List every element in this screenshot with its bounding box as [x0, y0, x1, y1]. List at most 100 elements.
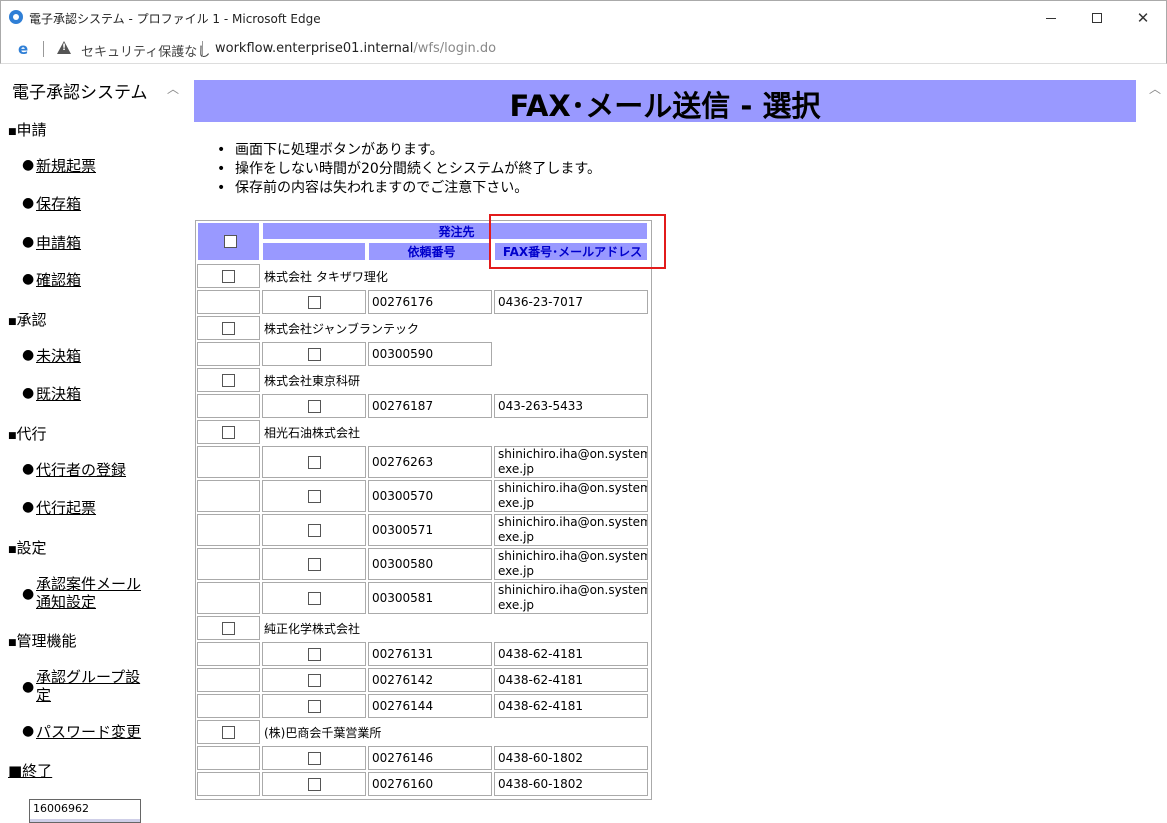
indent-cell — [197, 642, 260, 666]
user-id: 16006962 — [33, 802, 89, 815]
row-checkbox[interactable] — [307, 455, 321, 469]
request-no-cell: 00276142 — [368, 668, 492, 692]
scroll-up-icon[interactable]: ︿ — [167, 80, 179, 97]
row-checkbox[interactable] — [307, 699, 321, 713]
email-line: exe.jp — [498, 564, 535, 578]
indent-cell — [197, 514, 260, 546]
row-checkbox[interactable] — [307, 489, 321, 503]
warning-icon[interactable] — [57, 41, 71, 54]
bullet-icon: • — [217, 161, 226, 177]
sidebar-item-applied[interactable]: ● 申請箱 — [22, 234, 81, 252]
close-button[interactable]: ✕ — [1120, 1, 1166, 35]
company-checkbox[interactable] — [222, 725, 235, 739]
sidebar-item-label[interactable]: 保存箱 — [36, 195, 81, 213]
section-proxy: 代行 — [8, 423, 47, 444]
sidebar-item-label[interactable]: 承認案件メール 通知設定 — [36, 575, 141, 611]
company-checkbox[interactable] — [222, 425, 235, 439]
row-select-cell — [262, 668, 366, 692]
sidebar-item-label[interactable]: 既決箱 — [36, 385, 81, 403]
email-line: exe.jp — [498, 462, 535, 476]
fax-cell: shinichiro.iha@on.system-exe.jp — [494, 480, 648, 512]
row-select-cell — [262, 746, 366, 770]
highlight-box — [489, 214, 666, 269]
address-bar[interactable]: e セキュリティ保護なし workflow.enterprise01.inter… — [0, 34, 1167, 64]
company-name: 株式会社ジャンブランテック — [264, 321, 420, 336]
sidebar-item-label[interactable]: 新規起票 — [36, 157, 96, 175]
sidebar-item-saved[interactable]: ● 保存箱 — [22, 195, 81, 213]
row-checkbox[interactable] — [307, 673, 321, 687]
url-path: /wfs/login.do — [413, 41, 497, 56]
row-checkbox[interactable] — [307, 523, 321, 537]
row-select-cell — [262, 480, 366, 512]
fax-cell: shinichiro.iha@on.system-exe.jp — [494, 548, 648, 580]
request-no-cell: 00276131 — [368, 642, 492, 666]
email-line: shinichiro.iha@on.system- — [498, 583, 648, 597]
sidebar-item-label[interactable]: 確認箱 — [36, 271, 81, 289]
label-line: 通知設定 — [36, 593, 97, 611]
note-text: 画面下に処理ボタンがあります。 — [235, 142, 444, 158]
minimize-button[interactable] — [1028, 1, 1074, 35]
bullet-icon: ● — [22, 461, 35, 477]
sidebar-item-label[interactable]: パスワード変更 — [36, 723, 141, 741]
sidebar-item-proxy-register[interactable]: ● 代行者の登録 — [22, 461, 126, 479]
company-name: 相光石油株式会社 — [264, 425, 361, 440]
indent-cell — [197, 694, 260, 718]
company-checkbox[interactable] — [222, 269, 235, 283]
notes-list: • 画面下に処理ボタンがあります。 • 操作をしない時間が20分間続くとシステムが終… — [217, 141, 601, 198]
indent-cell — [197, 668, 260, 692]
security-status[interactable]: セキュリティ保護なし — [81, 41, 210, 60]
row-checkbox[interactable] — [307, 557, 321, 571]
bullet-icon: • — [217, 142, 226, 158]
indent-cell — [197, 772, 260, 796]
sidebar-item-proxy-issue[interactable]: ● 代行起票 — [22, 499, 96, 517]
sidebar-item-approval-group[interactable]: ● 承認グループ設定 — [22, 668, 140, 704]
sidebar-item-confirm[interactable]: ● 確認箱 — [22, 271, 81, 289]
row-checkbox[interactable] — [307, 295, 321, 309]
url-text[interactable]: workflow.enterprise01.internal/wfs/login… — [215, 41, 496, 56]
fax-cell: 0438-62-4181 — [494, 694, 648, 718]
company-select-cell — [197, 420, 260, 444]
sidebar-item-notify-settings[interactable]: ● 承認案件メール 通知設定 — [22, 575, 141, 611]
email-line: shinichiro.iha@on.system- — [498, 481, 648, 495]
logout-link[interactable]: ■終了 — [8, 760, 52, 781]
row-checkbox[interactable] — [307, 777, 321, 791]
row-checkbox[interactable] — [307, 751, 321, 765]
select-all-checkbox[interactable] — [223, 235, 237, 248]
row-select-cell — [262, 582, 366, 614]
minimize-icon — [1046, 17, 1056, 19]
request-no-cell: 00276263 — [368, 446, 492, 478]
sidebar-item-label[interactable]: 代行起票 — [36, 499, 96, 517]
left-scrollbar[interactable]: ︿ — [163, 65, 183, 823]
company-name: 純正化学株式会社 — [264, 621, 361, 636]
email-line: exe.jp — [498, 598, 535, 612]
sidebar-item-decided[interactable]: ● 既決箱 — [22, 385, 81, 403]
fax-cell: 0436-23-7017 — [494, 290, 648, 314]
sidebar-item-label[interactable]: 代行者の登録 — [36, 461, 126, 479]
email-line: shinichiro.iha@on.system- — [498, 447, 648, 461]
company-checkbox[interactable] — [222, 321, 235, 335]
request-no-cell: 00276176 — [368, 290, 492, 314]
bullet-icon: ● — [22, 586, 35, 602]
row-select-cell — [262, 514, 366, 546]
sidebar-item-pending[interactable]: ● 未決箱 — [22, 347, 81, 365]
row-checkbox[interactable] — [307, 591, 321, 605]
row-checkbox[interactable] — [307, 399, 321, 413]
fax-cell: 0438-62-4181 — [494, 642, 648, 666]
row-checkbox[interactable] — [307, 347, 321, 361]
scroll-up-icon[interactable]: ︿ — [1149, 80, 1161, 97]
sidebar-item-new[interactable]: ● 新規起票 — [22, 157, 96, 175]
section-apply: 申請 — [8, 119, 47, 140]
sidebar-item-label[interactable]: 承認グループ設定 — [36, 668, 140, 704]
row-select-cell — [262, 642, 366, 666]
maximize-button[interactable] — [1074, 1, 1120, 35]
request-no-cell: 00300590 — [368, 342, 492, 366]
request-no-cell: 00276144 — [368, 694, 492, 718]
ie-mode-icon[interactable]: e — [18, 40, 28, 58]
sidebar-item-label[interactable]: 未決箱 — [36, 347, 81, 365]
company-checkbox[interactable] — [222, 373, 235, 387]
sidebar-item-password[interactable]: ● パスワード変更 — [22, 723, 141, 741]
sidebar-item-label[interactable]: 申請箱 — [36, 234, 81, 252]
row-checkbox[interactable] — [307, 647, 321, 661]
main-scrollbar[interactable]: ︿ — [1144, 65, 1166, 823]
company-checkbox[interactable] — [222, 621, 235, 635]
